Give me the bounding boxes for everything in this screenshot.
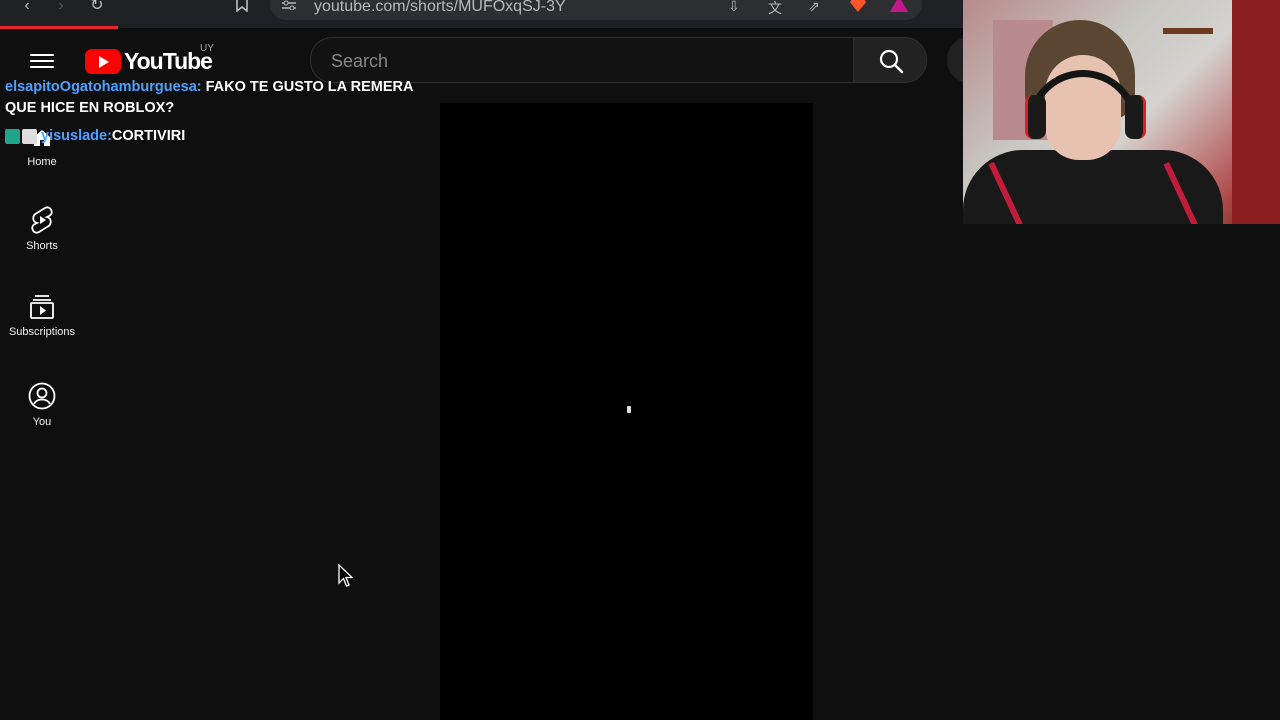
youtube-logo[interactable]: YouTube bbox=[85, 47, 213, 74]
brave-rewards-icon[interactable] bbox=[890, 0, 908, 12]
youtube-play-icon bbox=[85, 48, 121, 74]
subscriptions-icon bbox=[30, 295, 54, 319]
chat-message: yisuslade: CORTIVIRI bbox=[5, 126, 435, 147]
wall-shelf bbox=[1163, 28, 1213, 34]
forward-button[interactable]: › bbox=[50, 0, 72, 14]
shorts-video-player[interactable] bbox=[440, 103, 813, 720]
chat-username: elsapitoOgatohamburguesa: bbox=[5, 79, 202, 95]
sidebar-item-label: You bbox=[32, 416, 52, 428]
sidebar-item-shorts[interactable]: Shorts bbox=[0, 206, 84, 252]
stream-chat-overlay: elsapitoOgatohamburguesa: FAKO TE GUSTO … bbox=[5, 77, 435, 147]
chat-message: elsapitoOgatohamburguesa: FAKO TE GUSTO … bbox=[5, 77, 435, 119]
url-text[interactable]: youtube.com/shorts/MUFOxqSJ-3Y bbox=[314, 0, 566, 16]
page-load-progress bbox=[0, 26, 118, 29]
sidebar-item-subscriptions[interactable]: Subscriptions bbox=[0, 294, 84, 338]
loading-spinner-icon bbox=[627, 406, 631, 413]
mouse-cursor-icon bbox=[338, 564, 354, 587]
address-bar[interactable]: youtube.com/shorts/MUFOxqSJ-3Y ⇩ 文 ⇗ bbox=[270, 0, 922, 20]
chat-text: CORTIVIRI bbox=[111, 128, 186, 144]
sidebar-item-label: Shorts bbox=[26, 240, 58, 252]
sidebar-item-you[interactable]: You bbox=[0, 382, 84, 428]
subscriber-badge-icon bbox=[5, 129, 20, 144]
headset-earcup bbox=[1125, 95, 1146, 139]
install-app-icon[interactable]: ⇩ bbox=[728, 0, 740, 15]
menu-icon[interactable] bbox=[30, 50, 54, 70]
shorts-icon bbox=[31, 206, 53, 234]
bits-badge-icon bbox=[22, 129, 37, 144]
sidebar-item-label: Home bbox=[27, 156, 57, 168]
headset-earcup bbox=[1025, 95, 1046, 139]
search-button[interactable] bbox=[853, 37, 927, 83]
chat-username: yisuslade: bbox=[41, 128, 112, 144]
you-icon bbox=[28, 382, 56, 410]
share-icon[interactable]: ⇗ bbox=[808, 0, 820, 15]
sidebar-item-label: Subscriptions bbox=[8, 326, 76, 338]
bookmark-icon[interactable] bbox=[234, 0, 250, 12]
youtube-logo-text: YouTube bbox=[124, 47, 213, 74]
browser-toolbar: ‹ › ↻ youtube.com/shorts/MUFOxqSJ-3Y ⇩ 文… bbox=[0, 0, 963, 29]
brave-shields-icon[interactable] bbox=[850, 0, 866, 12]
back-button[interactable]: ‹ bbox=[16, 0, 38, 14]
country-code: UY bbox=[200, 43, 214, 54]
site-settings-icon[interactable] bbox=[282, 0, 296, 10]
curtain bbox=[1232, 0, 1280, 224]
reload-button[interactable]: ↻ bbox=[86, 0, 108, 14]
search-icon bbox=[879, 49, 904, 74]
streamer-webcam bbox=[963, 0, 1280, 224]
translate-icon[interactable]: 文 bbox=[768, 0, 782, 18]
